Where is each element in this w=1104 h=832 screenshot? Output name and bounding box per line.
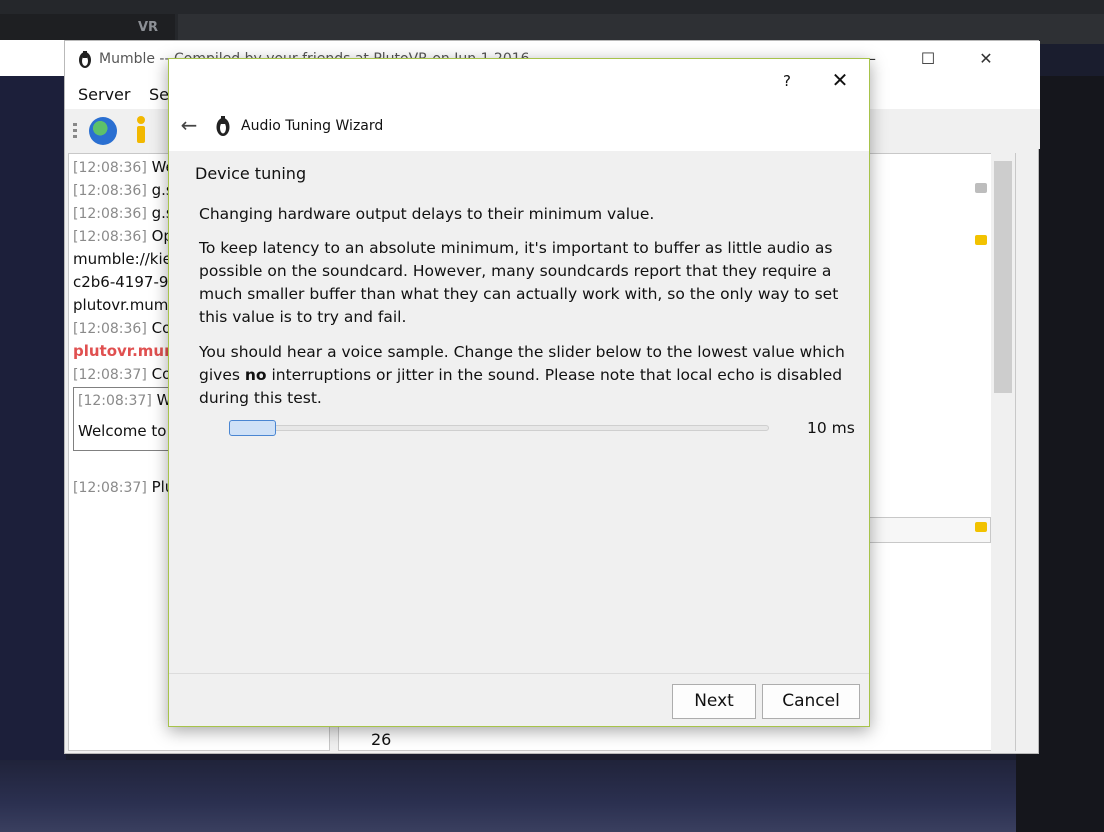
close-button[interactable]: ✕	[963, 47, 1009, 71]
log-line: c2b6-4197-9	[73, 273, 169, 291]
comment-icon[interactable]	[975, 522, 987, 532]
back-arrow-icon[interactable]: ←	[177, 113, 201, 137]
log-line: [12:08:37] Con	[73, 365, 181, 383]
audio-tuning-wizard-dialog: ? ✕ ← Audio Tuning Wizard Device tuning …	[168, 58, 870, 727]
output-delay-slider-handle[interactable]	[229, 420, 276, 436]
log-line: mumble://kie	[73, 250, 172, 268]
close-button[interactable]: ✕	[827, 67, 853, 93]
background-desktop-bottom	[0, 760, 1016, 832]
background-window-strip	[0, 40, 66, 76]
page-title: Device tuning	[195, 164, 307, 183]
comment-icon[interactable]	[975, 183, 987, 193]
output-delay-slider[interactable]	[229, 425, 769, 431]
channel-row[interactable]	[869, 517, 991, 543]
welcome-text: Welcome to	[78, 422, 167, 440]
mumble-logo-icon	[79, 51, 91, 68]
page-subtitle: Changing hardware output delays to their…	[199, 205, 655, 223]
background-desktop	[0, 76, 66, 766]
menu-server[interactable]: Server	[78, 85, 130, 104]
next-button[interactable]: Next	[672, 684, 756, 719]
description-paragraph: To keep latency to an absolute minimum, …	[199, 239, 839, 326]
log-line: [12:08:37] Plut	[73, 478, 181, 496]
instructions-paragraph: You should hear a voice sample. Change t…	[199, 343, 845, 407]
log-line: [12:08:36] Con	[73, 319, 181, 337]
log-line: [12:08:36] Ope	[73, 227, 183, 245]
footer-divider	[169, 673, 869, 674]
globe-icon[interactable]	[89, 117, 117, 145]
log-line: plutovr.mum	[73, 296, 169, 314]
log-line: [12:08:36] Wel	[73, 158, 179, 176]
toolbar-grip-icon[interactable]	[73, 123, 77, 139]
cancel-button[interactable]: Cancel	[762, 684, 860, 719]
comment-icon[interactable]	[975, 235, 987, 245]
mumble-logo-icon	[216, 116, 230, 136]
log-line-server-link[interactable]: plutovr.mum	[73, 342, 180, 360]
wizard-header: ? ✕ ← Audio Tuning Wizard	[169, 59, 869, 151]
log-line: [12:08:37] We	[78, 391, 180, 409]
wizard-title: Audio Tuning Wizard	[241, 118, 384, 134]
output-delay-value: 10 ms	[807, 419, 855, 437]
maximize-button[interactable]: ☐	[905, 47, 951, 71]
channel-tree-value: 26	[371, 730, 392, 749]
background-vr-label: VR	[138, 20, 159, 35]
scrollbar-thumb[interactable]	[994, 161, 1012, 393]
help-button[interactable]: ?	[775, 69, 799, 93]
info-icon[interactable]	[131, 115, 151, 145]
